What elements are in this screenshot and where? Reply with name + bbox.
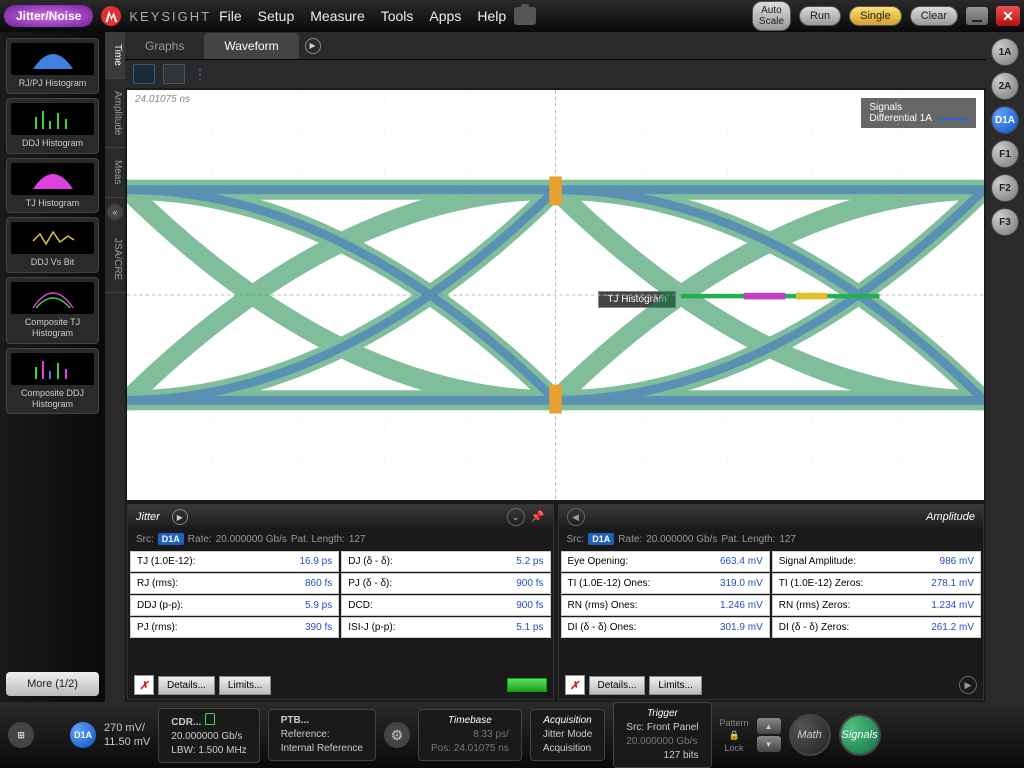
jitter-src-badge: D1A	[158, 533, 184, 545]
jitter-panel: Jitter ▶ ⌄ 📌 Src:D1A Rate:20.000000 Gb/s…	[127, 504, 554, 700]
vertical-offset: 11.50 mV	[104, 735, 150, 749]
cdr-block[interactable]: CDR... 20.000000 Gb/sLBW: 1.500 MHz	[158, 708, 259, 763]
arrow-down-icon[interactable]: ▼	[757, 736, 781, 752]
jitter-play-icon[interactable]: ▶	[172, 509, 188, 525]
status-indicator	[507, 678, 547, 692]
gear-icon[interactable]: ⚙	[384, 722, 410, 748]
math-button[interactable]: Math	[789, 714, 831, 756]
panel-prev-icon[interactable]: ◀	[567, 508, 585, 526]
timebase-block[interactable]: Timebase 8.33 ps/ Pos: 24.01075 ns	[418, 709, 522, 761]
amp-limits-button[interactable]: Limits...	[649, 676, 701, 695]
panel-next-icon[interactable]: ▶	[959, 676, 977, 694]
menu-tools[interactable]: Tools	[381, 8, 414, 24]
channel-1a[interactable]: 1A	[991, 38, 1019, 66]
channel-sidebar: 1A 2A D1A F1 F2 F3	[986, 32, 1024, 702]
measurement-cell: RJ (rms):860 fs	[130, 573, 339, 594]
amplitude-title: Amplitude	[926, 511, 975, 523]
measurement-cell: RN (rms) Zeros:1.234 mV	[772, 595, 981, 616]
waveform-plot[interactable]: 24.01075 ns Signals Differential 1A TJ H…	[127, 90, 984, 500]
channel-badge[interactable]: D1A	[70, 722, 96, 748]
mode-pill[interactable]: Jitter/Noise	[4, 5, 93, 27]
lock-icon	[205, 713, 215, 725]
menu-measure[interactable]: Measure	[310, 8, 364, 24]
signals-button[interactable]: Signals	[839, 714, 881, 756]
measurement-cell: Eye Opening:663.4 mV	[561, 551, 770, 572]
jitter-limits-button[interactable]: Limits...	[219, 676, 271, 695]
function-f2[interactable]: F2	[991, 174, 1019, 202]
vertical-scale: 270 mV/	[104, 721, 150, 735]
thumb-ddj[interactable]: DDJ Histogram	[6, 98, 99, 154]
menu-file[interactable]: File	[219, 8, 242, 24]
tab-waveform[interactable]: Waveform	[204, 33, 298, 59]
amplitude-panel: ◀ Amplitude Src:D1A Rate:20.000000 Gb/s …	[558, 504, 985, 700]
measurement-cell: RN (rms) Ones:1.246 mV	[561, 595, 770, 616]
measurement-cell: PJ (δ - δ):900 fs	[341, 573, 550, 594]
autoscale-button[interactable]: Auto Scale	[752, 1, 791, 31]
thumb-ddj-bit[interactable]: DDJ Vs Bit	[6, 217, 99, 273]
pattern-lock-label: Lock	[720, 743, 749, 753]
options-icon[interactable]: ⋮	[193, 66, 207, 83]
thumb-tj[interactable]: TJ Histogram	[6, 158, 99, 214]
menu-help[interactable]: Help	[477, 8, 506, 24]
acquisition-block[interactable]: Acquisition Jitter ModeAcquisition	[530, 709, 605, 761]
more-button[interactable]: More (1/2)	[6, 672, 99, 696]
layout-single-icon[interactable]	[133, 64, 155, 84]
play-icon[interactable]: ▶	[305, 38, 321, 54]
measurement-cell: DCD:900 fs	[341, 595, 550, 616]
jitter-close-icon[interactable]: ✗	[134, 675, 154, 695]
collapse-icon[interactable]: «	[107, 204, 123, 220]
minimize-button[interactable]	[966, 7, 988, 25]
measurement-cell: TJ (1.0E-12):16.9 ps	[130, 551, 339, 572]
channel-d1a[interactable]: D1A	[991, 106, 1019, 134]
ptb-block[interactable]: PTB... Reference:Internal Reference	[268, 709, 376, 761]
settings-icon[interactable]: ⊞	[8, 722, 34, 748]
side-tab-jsa[interactable]: JSA/CRE	[105, 226, 125, 293]
measurement-cell: Signal Amplitude:986 mV	[772, 551, 981, 572]
amp-src-badge: D1A	[588, 533, 614, 545]
single-button[interactable]: Single	[849, 6, 902, 26]
close-button[interactable]: ✕	[996, 6, 1020, 26]
function-f3[interactable]: F3	[991, 208, 1019, 236]
side-tab-amplitude[interactable]: Amplitude	[105, 79, 125, 148]
measurement-cell: TI (1.0E-12) Ones:319.0 mV	[561, 573, 770, 594]
pattern-label[interactable]: Pattern	[720, 718, 749, 728]
run-button[interactable]: Run	[799, 6, 841, 26]
function-f1[interactable]: F1	[991, 140, 1019, 168]
measurement-cell: ISI-J (p-p):5.1 ps	[341, 617, 550, 638]
thumb-rjpj[interactable]: RJ/PJ Histogram	[6, 38, 99, 94]
side-tab-strip: Time Amplitude Meas « JSA/CRE	[105, 32, 125, 702]
measurement-cell: DDJ (p-p):5.9 ps	[130, 595, 339, 616]
side-tab-time[interactable]: Time	[105, 32, 125, 79]
main-menu: File Setup Measure Tools Apps Help	[219, 8, 506, 24]
camera-icon[interactable]	[514, 7, 536, 25]
measurement-cell: DI (δ - δ) Ones:301.9 mV	[561, 617, 770, 638]
channel-2a[interactable]: 2A	[991, 72, 1019, 100]
measurement-cell: TI (1.0E-12) Zeros:278.1 mV	[772, 573, 981, 594]
side-tab-meas[interactable]: Meas	[105, 148, 125, 197]
trigger-block[interactable]: Trigger Src: Front Panel 20.000000 Gb/s …	[613, 702, 711, 768]
thumb-comp-ddj[interactable]: Composite DDJ Histogram	[6, 348, 99, 415]
arrow-up-icon[interactable]: ▲	[757, 718, 781, 734]
thumb-comp-tj[interactable]: Composite TJ Histogram	[6, 277, 99, 344]
amp-details-button[interactable]: Details...	[589, 676, 646, 695]
menu-apps[interactable]: Apps	[429, 8, 461, 24]
layout-grid-icon[interactable]	[163, 64, 185, 84]
measurement-cell: DI (δ - δ) Zeros:261.2 mV	[772, 617, 981, 638]
menu-setup[interactable]: Setup	[258, 8, 295, 24]
tab-graphs[interactable]: Graphs	[125, 33, 204, 59]
jitter-title: Jitter	[136, 511, 160, 523]
measurement-cell: DJ (δ - δ):5.2 ps	[341, 551, 550, 572]
amp-close-icon[interactable]: ✗	[565, 675, 585, 695]
brand-text: KEYSIGHT	[129, 9, 211, 24]
thumbnail-sidebar: RJ/PJ Histogram DDJ Histogram TJ Histogr…	[0, 32, 105, 702]
measurement-cell: PJ (rms):390 fs	[130, 617, 339, 638]
expand-down-icon[interactable]: ⌄	[507, 508, 525, 526]
clear-button[interactable]: Clear	[910, 6, 958, 26]
keysight-logo	[101, 6, 121, 26]
pin-icon[interactable]: 📌	[531, 510, 545, 524]
jitter-details-button[interactable]: Details...	[158, 676, 215, 695]
